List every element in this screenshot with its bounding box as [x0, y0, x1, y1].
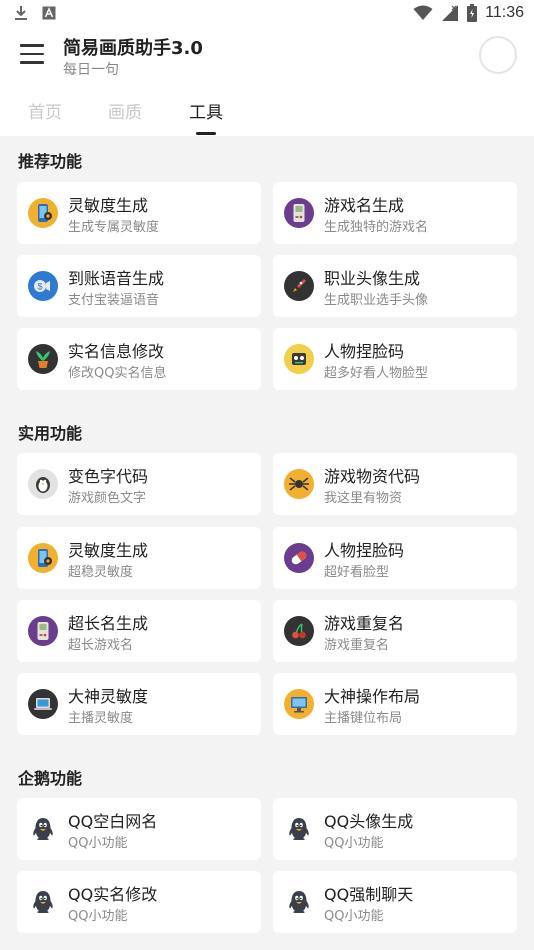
- app-title: 简易画质助手3.0: [63, 38, 203, 59]
- spider-icon: [284, 469, 314, 499]
- app-header: 简易画质助手3.0 每日一句 首页 画质 工具: [0, 28, 534, 136]
- tool-subtitle: 支付宝装逼语音: [68, 293, 160, 308]
- section-title-recommended: 推荐功能: [18, 152, 83, 171]
- tool-card[interactable]: 实名信息修改 修改QQ实名信息: [17, 328, 261, 390]
- tool-subtitle: 游戏重复名: [324, 638, 390, 653]
- tool-card[interactable]: 游戏重复名 游戏重复名: [273, 600, 517, 662]
- tool-subtitle: 生成职业选手头像: [324, 293, 429, 308]
- tool-title: 职业头像生成: [324, 269, 421, 288]
- svg-text:$: $: [38, 282, 43, 292]
- tool-title: 游戏重复名: [324, 614, 405, 633]
- tool-card[interactable]: 游戏名生成 生成独特的游戏名: [273, 182, 517, 244]
- laptop-icon: [28, 689, 58, 719]
- clock-time: 11:36: [485, 4, 524, 21]
- tool-title: 灵敏度生成: [68, 196, 149, 215]
- tool-subtitle: 修改QQ实名信息: [68, 366, 167, 381]
- tool-card[interactable]: 大神操作布局 主播键位布局: [273, 673, 517, 735]
- coin-speaker-icon: $: [28, 271, 58, 301]
- status-bar: 11:36: [0, 0, 534, 28]
- daily-quote[interactable]: 每日一句: [63, 59, 119, 79]
- pill-icon: [284, 543, 314, 573]
- tool-title: QQ强制聊天: [324, 885, 414, 904]
- tool-card[interactable]: 灵敏度生成 超稳灵敏度: [17, 527, 261, 589]
- penguin-icon: [28, 814, 58, 844]
- tab-home[interactable]: 首页: [28, 98, 62, 123]
- gameboy-icon: [28, 616, 58, 646]
- tool-title: 灵敏度生成: [68, 541, 149, 560]
- tool-title: 大神灵敏度: [68, 687, 149, 706]
- rocket-icon: [284, 271, 314, 301]
- tool-title: 游戏物资代码: [324, 467, 421, 486]
- tool-card[interactable]: 职业头像生成 生成职业选手头像: [273, 255, 517, 317]
- monitor-icon: [284, 689, 314, 719]
- tool-card[interactable]: 大神灵敏度 主播灵敏度: [17, 673, 261, 735]
- tool-subtitle: 超长游戏名: [68, 638, 134, 653]
- tool-subtitle: QQ小功能: [68, 836, 128, 851]
- tool-card[interactable]: 人物捏脸码 超好看脸型: [273, 527, 517, 589]
- tool-card[interactable]: QQ强制聊天 QQ小功能: [273, 871, 517, 933]
- battery-icon: [467, 4, 478, 22]
- phone-settings-icon: [28, 198, 58, 228]
- plant-icon: [28, 344, 58, 374]
- tool-subtitle: 我这里有物资: [324, 491, 403, 506]
- tool-subtitle: 生成专属灵敏度: [68, 220, 160, 235]
- download-icon: [15, 6, 27, 20]
- tool-title: 人物捏脸码: [324, 541, 405, 560]
- tool-card[interactable]: QQ实名修改 QQ小功能: [17, 871, 261, 933]
- cherry-icon: [284, 616, 314, 646]
- tool-card[interactable]: 变色字代码 游戏颜色文字: [17, 453, 261, 515]
- tab-tools[interactable]: 工具: [189, 98, 223, 123]
- phone-settings-icon: [28, 543, 58, 573]
- tool-subtitle: QQ小功能: [68, 909, 128, 924]
- tool-title: 到账语音生成: [68, 269, 165, 288]
- tool-subtitle: QQ小功能: [324, 836, 384, 851]
- section-title-practical: 实用功能: [18, 424, 83, 443]
- tool-title: 游戏名生成: [324, 196, 405, 215]
- tool-card[interactable]: QQ头像生成 QQ小功能: [273, 798, 517, 860]
- robot-face-icon: [284, 344, 314, 374]
- tool-card[interactable]: QQ空白网名 QQ小功能: [17, 798, 261, 860]
- tool-subtitle: 生成独特的游戏名: [324, 220, 429, 235]
- tool-title: QQ实名修改: [68, 885, 158, 904]
- wifi-icon: [413, 5, 433, 20]
- tool-subtitle: 超好看脸型: [324, 565, 390, 580]
- tool-card[interactable]: 超长名生成 超长游戏名: [17, 600, 261, 662]
- tool-title: 大神操作布局: [324, 687, 421, 706]
- font-icon: [42, 6, 56, 20]
- tool-card[interactable]: $ 到账语音生成 支付宝装逼语音: [17, 255, 261, 317]
- tool-title: 超长名生成: [68, 614, 149, 633]
- tool-title: 变色字代码: [68, 467, 149, 486]
- tool-subtitle: 超稳灵敏度: [68, 565, 134, 580]
- tool-title: QQ空白网名: [68, 812, 158, 831]
- tool-title: 人物捏脸码: [324, 342, 405, 361]
- signal-icon: [442, 5, 459, 21]
- penguin-icon: [284, 887, 314, 917]
- tool-subtitle: QQ小功能: [324, 909, 384, 924]
- hamburger-icon: [20, 44, 44, 47]
- tab-indicator: [196, 132, 216, 135]
- tab-bar: 首页 画质 工具: [0, 98, 534, 136]
- tool-card[interactable]: 灵敏度生成 生成专属灵敏度: [17, 182, 261, 244]
- tool-subtitle: 超多好看人物脸型: [324, 366, 429, 381]
- tool-subtitle: 主播键位布局: [324, 711, 403, 726]
- avatar[interactable]: [479, 36, 517, 74]
- tool-card[interactable]: 人物捏脸码 超多好看人物脸型: [273, 328, 517, 390]
- tab-quality[interactable]: 画质: [108, 98, 142, 123]
- bird-icon: [28, 469, 58, 499]
- section-title-penguin: 企鹅功能: [18, 769, 83, 788]
- menu-button[interactable]: [20, 44, 44, 64]
- gameboy-icon: [284, 198, 314, 228]
- penguin-icon: [28, 887, 58, 917]
- tool-subtitle: 游戏颜色文字: [68, 491, 147, 506]
- penguin-icon: [284, 814, 314, 844]
- tool-card[interactable]: 游戏物资代码 我这里有物资: [273, 453, 517, 515]
- tool-subtitle: 主播灵敏度: [68, 711, 134, 726]
- tool-title: 实名信息修改: [68, 342, 165, 361]
- tool-title: QQ头像生成: [324, 812, 414, 831]
